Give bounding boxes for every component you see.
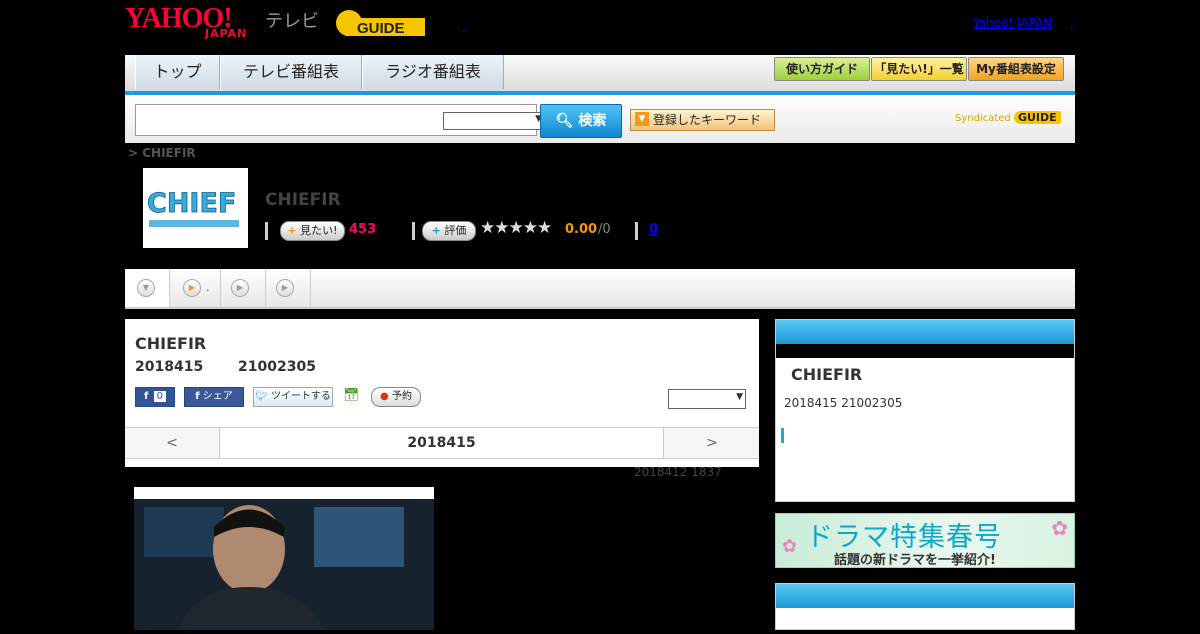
syndicated-gguide-text: GUIDE — [1013, 111, 1061, 124]
side-box-2 — [775, 583, 1075, 630]
registered-keywords-label: 登録したキーワード — [653, 113, 762, 127]
side-program-box: CHIEFIR 2018415 21002305 — [775, 319, 1075, 502]
rate-button-label: 評価 — [444, 224, 467, 237]
subtab-2[interactable]: ▶ . — [170, 269, 221, 307]
record-icon: ● — [380, 391, 389, 402]
gguide-logo-text: GUIDE — [357, 20, 405, 37]
broadcast-title: CHIEFIR — [135, 334, 207, 353]
facebook-icon: f — [144, 391, 149, 402]
tv-label: テレビ — [265, 11, 319, 32]
subtab-info[interactable]: ▼ — [125, 269, 170, 307]
syndicated-gguide-logo: Syndicated GUIDE — [955, 111, 1061, 124]
plus-icon: + — [431, 224, 441, 237]
guide-button[interactable]: 使い方ガイド — [774, 57, 870, 81]
facebook-icon: f — [195, 391, 200, 402]
banner-subtitle: 話題の新ドラマを一挙紹介! — [834, 553, 996, 568]
program-subtabs: ▼ ▶ . ▶ ▶ — [125, 269, 1075, 309]
play-icon: ▶ — [231, 279, 249, 297]
thumbnail-logo-text: CHIEF — [147, 188, 236, 219]
rating-count: /0 — [598, 222, 611, 237]
want-button-label: 見たい! — [300, 224, 338, 237]
want-list-button[interactable]: 「見たい!」一覧 — [871, 57, 967, 81]
breadcrumb[interactable]: > CHIEFIR — [128, 146, 196, 160]
flower-icon: ✿ — [782, 536, 798, 557]
broadcast-panel: CHIEFIR 2018415 21002305 f 0 f シェア 🐦︎ ツイ… — [125, 319, 759, 467]
tab-radio-schedule[interactable]: ラジオ番組表 — [362, 55, 504, 89]
search-button-label: 検索 — [578, 113, 607, 129]
dropdown-icon: ▼ — [635, 112, 649, 126]
tab-top[interactable]: トップ — [135, 55, 220, 89]
updated-timestamp: 2018412 1837 — [634, 465, 722, 479]
search-category-select[interactable]: ▼ — [443, 112, 545, 130]
flower-icon: ✿ — [1051, 516, 1068, 540]
yahoo-japan-link[interactable]: Yahoo! JAPAN — [973, 16, 1052, 30]
tab-tv-schedule[interactable]: テレビ番組表 — [220, 55, 362, 89]
reserve-button[interactable]: ● 予約 — [371, 387, 421, 407]
like-count: 0 — [153, 391, 166, 402]
side-accent-bar — [781, 428, 784, 443]
calendar-add-icon[interactable]: 📅︎ — [343, 387, 360, 405]
registered-keywords-button[interactable]: ▼ 登録したキーワード — [630, 109, 775, 131]
side-box-band — [776, 344, 1074, 358]
main-nav: トップ テレビ番組表 ラジオ番組表 使い方ガイド 「見たい!」一覧 My番組表設… — [125, 55, 1075, 95]
program-photo — [134, 487, 434, 630]
date-navigation: < 2018415 > — [125, 427, 759, 459]
subtab-4[interactable]: ▶ — [266, 269, 311, 307]
side-box-2-header — [776, 584, 1074, 608]
facebook-share-button[interactable]: f シェア — [184, 387, 244, 407]
search-icon: 🔍︎ — [555, 113, 574, 129]
rate-button[interactable]: + 評価 — [422, 221, 476, 241]
gguide-logo[interactable]: GUIDE — [335, 8, 425, 38]
side-program-info: 2018415 21002305 — [784, 396, 903, 410]
want-button[interactable]: + 見たい! — [280, 221, 345, 241]
tweet-button[interactable]: 🐦︎ ツイートする — [253, 387, 333, 407]
syndicated-text: Syndicated — [955, 113, 1011, 124]
search-input[interactable]: ▼ — [135, 104, 545, 136]
plus-icon: + — [287, 224, 297, 237]
side-program-title: CHIEFIR — [791, 365, 863, 384]
header-separator-2: , — [1070, 17, 1074, 31]
yahoo-japan-logo-text: JAPAN — [205, 27, 248, 40]
program-thumbnail[interactable]: CHIEF — [143, 168, 248, 248]
my-schedule-settings-button[interactable]: My番組表設定 — [968, 57, 1064, 81]
search-bar: ▼ 🔍︎ 検索 ▼ 登録したキーワード Syndicated GUIDE — [125, 95, 1075, 143]
broadcast-time: 21002305 — [238, 359, 316, 375]
next-date-button[interactable]: > — [663, 428, 760, 458]
rating-stars: ★★★★★ — [480, 218, 552, 238]
divider — [412, 222, 415, 240]
facebook-like-button[interactable]: f 0 — [135, 387, 175, 407]
share-label: シェア — [202, 391, 233, 402]
prev-date-button[interactable]: < — [125, 428, 220, 458]
subtab-3[interactable]: ▶ — [221, 269, 266, 307]
reserve-label: 予約 — [391, 391, 412, 402]
tweet-label: ツイートする — [270, 391, 331, 402]
review-count-link[interactable]: 0 — [649, 222, 658, 237]
play-icon: ▶ — [276, 279, 294, 297]
rating-score: 0.00 — [565, 222, 598, 237]
want-count: 453 — [349, 222, 377, 237]
drama-special-banner[interactable]: ドラマ特集春号 話題の新ドラマを一挙紹介! ✿ ✿ — [775, 513, 1075, 568]
play-icon: ▶ — [183, 279, 201, 297]
broadcast-date: 2018415 — [135, 359, 204, 375]
action-select[interactable]: ▼ — [668, 389, 746, 409]
side-box-header — [776, 320, 1074, 344]
twitter-icon: 🐦︎ — [255, 391, 268, 402]
current-date: 2018415 — [220, 428, 663, 458]
divider — [635, 222, 638, 240]
subtab-2-label: . — [206, 281, 210, 294]
divider — [265, 222, 268, 240]
header-separator: , — [462, 20, 466, 34]
chevron-down-icon: ▼ — [137, 279, 155, 297]
search-button[interactable]: 🔍︎ 検索 — [540, 104, 622, 138]
chevron-down-icon: ▼ — [736, 392, 743, 402]
program-title: CHIEFIR — [265, 190, 341, 210]
